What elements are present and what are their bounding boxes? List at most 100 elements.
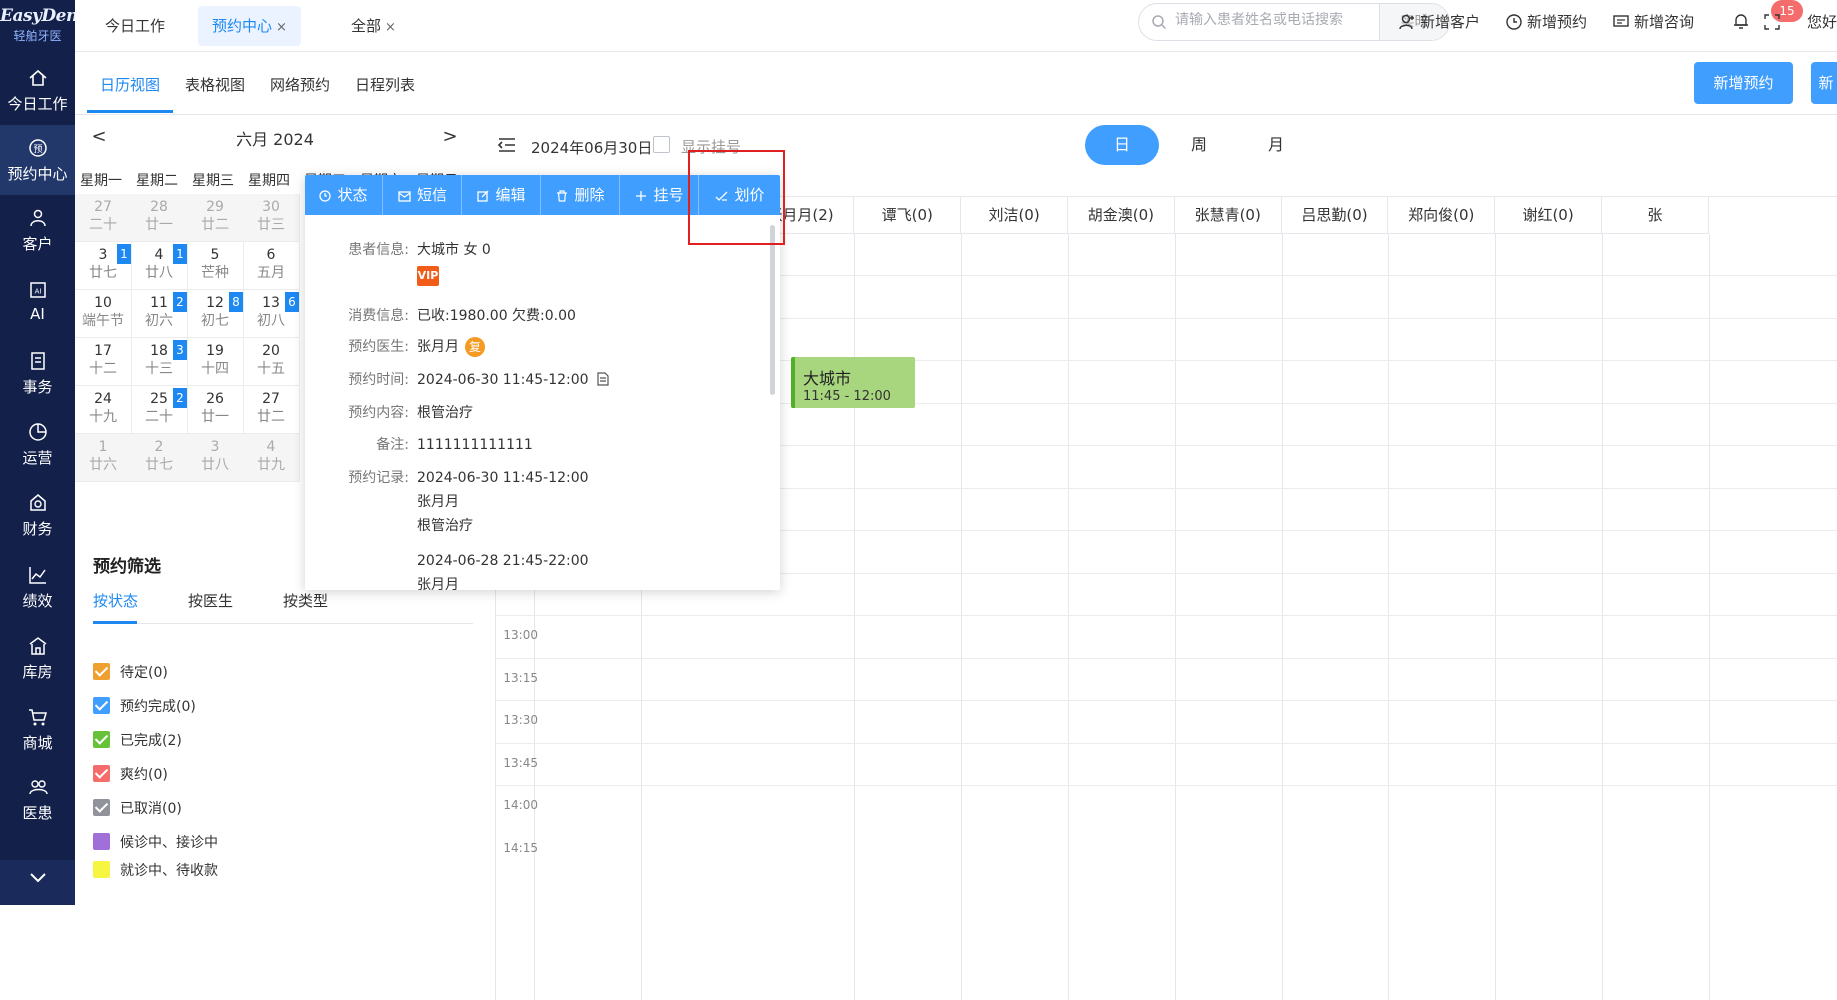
- filter-tab-status[interactable]: 按状态: [93, 590, 138, 611]
- status-checkbox[interactable]: [93, 861, 110, 878]
- tab-online-booking[interactable]: 网络预约: [270, 74, 330, 95]
- calendar-day[interactable]: 30廿三: [243, 194, 300, 242]
- doctor-column-header[interactable]: 张: [1602, 197, 1709, 234]
- next-month-button[interactable]: >: [440, 126, 460, 148]
- tab-today-work[interactable]: 今日工作: [91, 6, 179, 46]
- filter-tab-doctor[interactable]: 按医生: [188, 590, 233, 611]
- nav-item-3[interactable]: AIAI: [0, 267, 75, 337]
- search-input[interactable]: [1175, 12, 1365, 28]
- doctor-column-header[interactable]: 吕思勤(0): [1282, 197, 1389, 234]
- tab-calendar-view[interactable]: 日历视图: [100, 74, 160, 95]
- calendar-day[interactable]: 19十四: [187, 338, 244, 386]
- nav-item-label: 绩效: [22, 592, 52, 610]
- edit-button[interactable]: 编辑: [463, 175, 541, 215]
- delete-button[interactable]: 删除: [542, 175, 620, 215]
- view-day-button[interactable]: 日: [1085, 125, 1159, 165]
- nav-item-5[interactable]: 运营: [0, 409, 75, 479]
- nav-item-2[interactable]: 客户: [0, 195, 75, 265]
- status-button[interactable]: 状态: [305, 175, 383, 215]
- calendar-day[interactable]: 20十五: [243, 338, 300, 386]
- calendar-day[interactable]: 11初六2: [131, 290, 188, 338]
- status-filter-item[interactable]: 已完成(2): [93, 731, 182, 751]
- nav-item-4[interactable]: 事务: [0, 338, 75, 408]
- calendar-day[interactable]: 3廿七1: [75, 242, 132, 290]
- app-logo[interactable]: EasyDent 轻舶牙医: [0, 0, 75, 54]
- new-item-button[interactable]: 新: [1811, 62, 1837, 104]
- trash-icon: [556, 190, 568, 202]
- doctor-column-header[interactable]: 张慧青(0): [1175, 197, 1282, 234]
- calendar-day[interactable]: 6五月: [243, 242, 300, 290]
- filter-tab-type[interactable]: 按类型: [283, 590, 328, 611]
- status-checkbox[interactable]: [93, 799, 110, 816]
- scrollbar-thumb[interactable]: [770, 225, 775, 395]
- calendar-day[interactable]: 24十九: [75, 386, 132, 434]
- nav-expand-button[interactable]: [0, 860, 75, 905]
- doctor-column-header[interactable]: 刘洁(0): [961, 197, 1068, 234]
- status-filter-label: 就诊中、待收款: [120, 863, 218, 879]
- tab-close-icon[interactable]: ×: [276, 20, 287, 35]
- fullscreen-button[interactable]: [1763, 10, 1785, 34]
- day-number: 30: [243, 198, 299, 216]
- view-week-button[interactable]: 周: [1162, 125, 1236, 165]
- add-customer-button[interactable]: 新增客户: [1398, 10, 1480, 34]
- nav-item-10[interactable]: 医患: [0, 764, 75, 834]
- calendar-day[interactable]: 4廿八1: [131, 242, 188, 290]
- nav-item-0[interactable]: 今日工作: [0, 55, 75, 125]
- calendar-day[interactable]: 25二十2: [131, 386, 188, 434]
- status-checkbox[interactable]: [93, 697, 110, 714]
- status-filter-item[interactable]: 预约完成(0): [93, 697, 196, 717]
- document-icon[interactable]: [597, 372, 609, 386]
- show-registered-checkbox[interactable]: [653, 136, 670, 153]
- new-appointment-button[interactable]: 新增预约: [1694, 62, 1793, 104]
- status-filter-item[interactable]: 待定(0): [93, 663, 168, 683]
- status-checkbox[interactable]: [93, 663, 110, 680]
- nav-item-8[interactable]: 库房: [0, 623, 75, 693]
- tab-appointment-center[interactable]: 预约中心×: [198, 6, 301, 46]
- calendar-day[interactable]: 3廿八: [187, 434, 244, 482]
- doctor-column-header[interactable]: 谢红(0): [1495, 197, 1602, 234]
- calendar-day[interactable]: 29廿二: [187, 194, 244, 242]
- calendar-day[interactable]: 2廿七: [131, 434, 188, 482]
- sms-button[interactable]: 短信: [384, 175, 462, 215]
- tab-close-icon[interactable]: ×: [385, 20, 396, 35]
- nav-item-label: 医患: [22, 804, 52, 822]
- view-month-button[interactable]: 月: [1239, 125, 1313, 165]
- nav-item-9[interactable]: 商城: [0, 694, 75, 764]
- calendar-day[interactable]: 27二十: [75, 194, 132, 242]
- time-label: 13:30: [498, 713, 538, 727]
- weekday-header: 星期四: [248, 170, 290, 190]
- calendar-day[interactable]: 12初七8: [187, 290, 244, 338]
- tab-schedule-list[interactable]: 日程列表: [355, 74, 415, 95]
- status-checkbox[interactable]: [93, 765, 110, 782]
- nav-item-1[interactable]: 预预约中心: [0, 125, 75, 195]
- status-filter-item[interactable]: 就诊中、待收款: [93, 861, 218, 881]
- nav-item-6[interactable]: 财务: [0, 480, 75, 550]
- add-consult-button[interactable]: 新增咨询: [1612, 10, 1694, 34]
- calendar-day[interactable]: 1廿六: [75, 434, 132, 482]
- status-checkbox[interactable]: [93, 731, 110, 748]
- collapse-menu-icon[interactable]: [497, 136, 517, 158]
- status-filter-item[interactable]: 候诊中、接诊中: [93, 833, 218, 853]
- notification-button[interactable]: [1731, 10, 1755, 34]
- doctor-column-header[interactable]: 郑向俊(0): [1388, 197, 1495, 234]
- tab-all[interactable]: 全部×: [337, 6, 410, 46]
- calendar-day[interactable]: 26廿一: [187, 386, 244, 434]
- doctor-column-header[interactable]: 谭飞(0): [854, 197, 961, 234]
- status-filter-item[interactable]: 爽约(0): [93, 765, 168, 785]
- doctor-column-header[interactable]: 胡金澳(0): [1068, 197, 1175, 234]
- calendar-day[interactable]: 17十二: [75, 338, 132, 386]
- add-appointment-button[interactable]: 新增预约: [1505, 10, 1587, 34]
- calendar-day[interactable]: 10端午节: [75, 290, 132, 338]
- appointment-card[interactable]: 大城市 11:45 - 12:00: [791, 357, 915, 408]
- tab-table-view[interactable]: 表格视图: [185, 74, 245, 95]
- calendar-day[interactable]: 4廿九: [243, 434, 300, 482]
- nav-item-7[interactable]: 绩效: [0, 552, 75, 622]
- calendar-day[interactable]: 27廿二: [243, 386, 300, 434]
- calendar-day[interactable]: 18十三3: [131, 338, 188, 386]
- calendar-day[interactable]: 5芒种: [187, 242, 244, 290]
- popover-scrollbar[interactable]: [769, 215, 777, 590]
- calendar-day[interactable]: 28廿一: [131, 194, 188, 242]
- status-checkbox[interactable]: [93, 833, 110, 850]
- status-filter-item[interactable]: 已取消(0): [93, 799, 182, 819]
- calendar-day[interactable]: 13初八6: [243, 290, 300, 338]
